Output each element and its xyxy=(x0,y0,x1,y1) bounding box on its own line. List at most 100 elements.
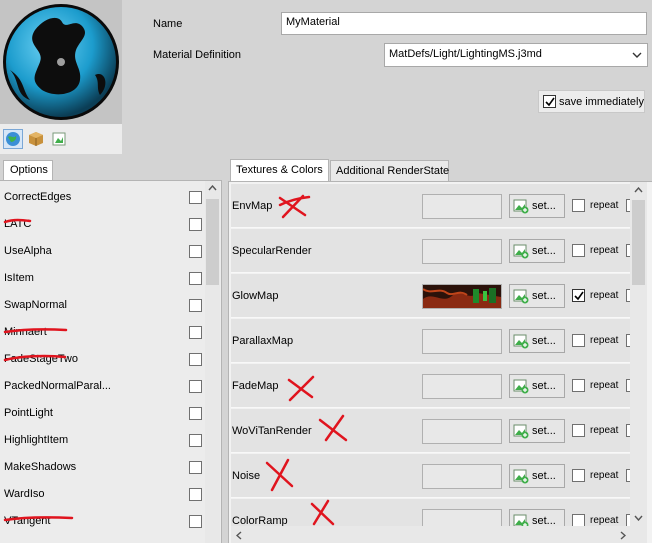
chevron-down-icon xyxy=(632,52,642,58)
checkmark-icon xyxy=(574,291,584,301)
repeat-label: repeat xyxy=(590,515,619,526)
name-field[interactable]: MyMaterial xyxy=(281,12,647,35)
option-checkbox[interactable] xyxy=(189,515,202,528)
save-immediately-toggle[interactable]: save immediately xyxy=(538,90,645,113)
option-checkbox[interactable] xyxy=(189,326,202,339)
option-checkbox[interactable] xyxy=(189,407,202,420)
option-row: SwapNormal xyxy=(4,292,204,319)
option-row: CorrectEdges xyxy=(4,184,204,211)
repeat-label: repeat xyxy=(590,335,619,346)
set-texture-button[interactable]: set... xyxy=(509,464,565,488)
tab-textures-colors-label: Textures & Colors xyxy=(236,164,323,176)
quad-preview-icon[interactable] xyxy=(49,129,69,149)
name-label: Name xyxy=(153,18,183,30)
option-row: PackedNormalParal... xyxy=(4,373,204,400)
option-row: VTangent xyxy=(4,508,204,535)
option-checkbox[interactable] xyxy=(189,245,202,258)
repeat-label: repeat xyxy=(590,425,619,436)
preview-sphere-image xyxy=(3,4,119,120)
texture-row: Noise set... repeat xyxy=(231,454,639,498)
texture-row: GlowMap set... repeat xyxy=(231,274,639,318)
texture-thumbnail xyxy=(422,194,502,219)
tab-options-label: Options xyxy=(10,164,48,176)
set-button-label: set... xyxy=(532,380,556,392)
scroll-up-icon[interactable] xyxy=(634,187,643,193)
option-checkbox[interactable] xyxy=(189,434,202,447)
option-label: PackedNormalParal... xyxy=(4,380,111,392)
add-image-icon xyxy=(513,379,529,394)
option-row: IsItem xyxy=(4,265,204,292)
material-definition-select[interactable]: MatDefs/Light/LightingMS.j3md xyxy=(384,43,648,67)
option-checkbox[interactable] xyxy=(189,218,202,231)
scroll-left-icon[interactable] xyxy=(236,531,242,540)
texture-name: WoViTanRender xyxy=(232,425,312,437)
option-label: PointLight xyxy=(4,407,53,419)
option-checkbox[interactable] xyxy=(189,299,202,312)
save-immediately-checkbox[interactable] xyxy=(543,95,556,108)
add-image-icon xyxy=(513,334,529,349)
set-texture-button[interactable]: set... xyxy=(509,194,565,218)
material-preview xyxy=(0,0,122,124)
set-texture-button[interactable]: set... xyxy=(509,329,565,353)
scroll-down-icon[interactable] xyxy=(634,515,643,521)
repeat-label: repeat xyxy=(590,245,619,256)
set-button-label: set... xyxy=(532,335,556,347)
set-button-label: set... xyxy=(532,245,556,257)
texture-name: FadeMap xyxy=(232,380,279,392)
repeat-checkbox[interactable] xyxy=(572,244,585,257)
option-checkbox[interactable] xyxy=(189,488,202,501)
repeat-checkbox[interactable] xyxy=(572,379,585,392)
option-checkbox[interactable] xyxy=(189,380,202,393)
option-checkbox[interactable] xyxy=(189,461,202,474)
add-image-icon xyxy=(513,469,529,484)
option-row: WardIso xyxy=(4,481,204,508)
texture-row: WoViTanRender set... repeat xyxy=(231,409,639,453)
option-checkbox[interactable] xyxy=(189,191,202,204)
texture-name: ParallaxMap xyxy=(232,335,294,347)
scroll-right-icon[interactable] xyxy=(620,531,626,540)
option-label: LATC xyxy=(4,218,32,230)
checkmark-icon xyxy=(545,97,555,107)
set-button-label: set... xyxy=(532,290,556,302)
texture-name: EnvMap xyxy=(232,200,273,212)
repeat-checkbox[interactable] xyxy=(572,289,585,302)
texture-row: EnvMap set... repeat xyxy=(231,184,639,228)
option-label: CorrectEdges xyxy=(4,191,72,203)
set-texture-button[interactable]: set... xyxy=(509,374,565,398)
tab-additional-renderstate[interactable]: Additional RenderState xyxy=(330,160,449,182)
set-texture-button[interactable]: set... xyxy=(509,419,565,443)
option-label: SwapNormal xyxy=(4,299,67,311)
sphere-preview-icon[interactable] xyxy=(3,129,23,149)
scroll-up-icon[interactable] xyxy=(208,185,217,191)
repeat-checkbox[interactable] xyxy=(572,334,585,347)
repeat-checkbox[interactable] xyxy=(572,424,585,437)
option-row: LATC xyxy=(4,211,204,238)
box-preview-icon[interactable] xyxy=(26,129,46,149)
options-scrollbar-thumb[interactable] xyxy=(206,199,219,285)
tab-textures-colors[interactable]: Textures & Colors xyxy=(230,159,329,182)
option-label: IsItem xyxy=(4,272,34,284)
texture-name: SpecularRender xyxy=(232,245,312,257)
option-label: UseAlpha xyxy=(4,245,52,257)
texture-thumbnail xyxy=(422,284,502,309)
option-row: UseAlpha xyxy=(4,238,204,265)
set-button-label: set... xyxy=(532,425,556,437)
tab-options[interactable]: Options xyxy=(3,160,53,180)
repeat-label: repeat xyxy=(590,200,619,211)
option-label: WardIso xyxy=(4,488,45,500)
preview-toolbar xyxy=(0,124,122,154)
set-button-label: set... xyxy=(532,470,556,482)
option-row: Minnaert xyxy=(4,319,204,346)
texture-row: SpecularRender set... repeat xyxy=(231,229,639,273)
add-image-icon xyxy=(513,199,529,214)
option-checkbox[interactable] xyxy=(189,272,202,285)
set-texture-button[interactable]: set... xyxy=(509,239,565,263)
textures-horizontal-scrollbar[interactable] xyxy=(231,526,647,543)
texture-row: ParallaxMap set... repeat xyxy=(231,319,639,363)
repeat-checkbox[interactable] xyxy=(572,469,585,482)
option-checkbox[interactable] xyxy=(189,353,202,366)
repeat-checkbox[interactable] xyxy=(572,199,585,212)
option-label: HighlightItem xyxy=(4,434,69,446)
textures-scrollbar-thumb[interactable] xyxy=(632,200,645,285)
set-texture-button[interactable]: set... xyxy=(509,284,565,308)
